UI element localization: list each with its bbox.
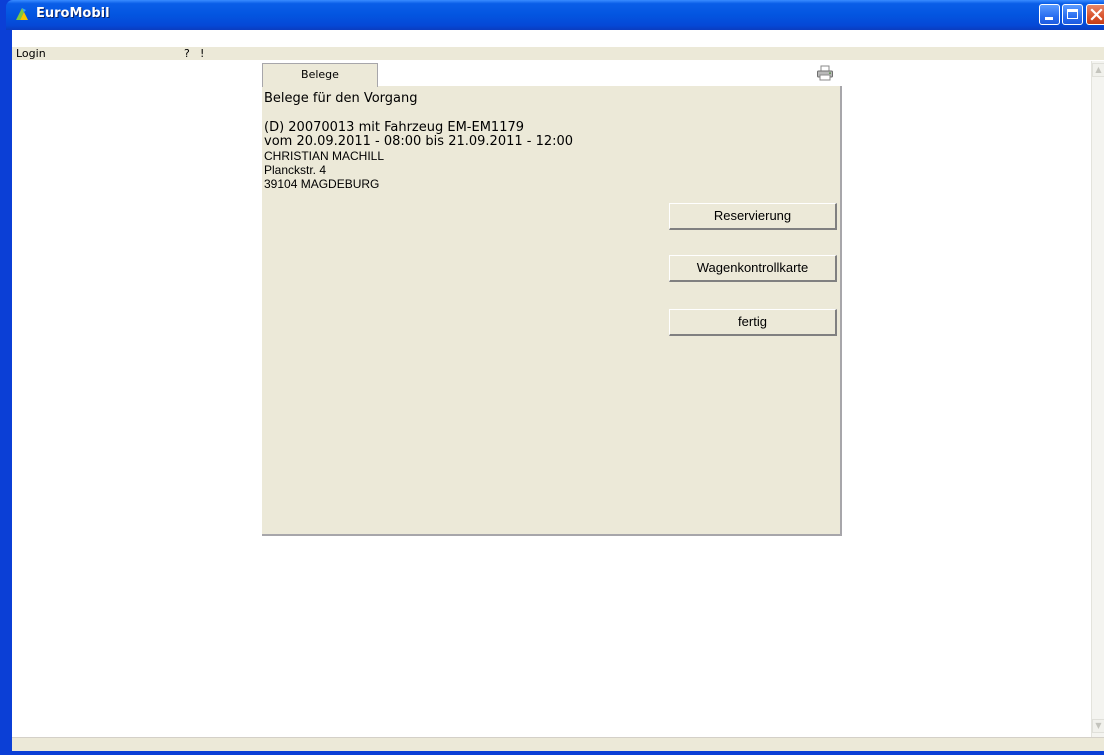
customer-street-line: Planckstr. 4 xyxy=(264,163,327,177)
menu-exclamation[interactable]: ! xyxy=(200,47,204,60)
customer-name-line: CHRISTIAN MACHILL xyxy=(264,149,385,163)
status-bar xyxy=(12,737,1104,751)
fertig-button[interactable]: fertig xyxy=(669,309,837,336)
client-area: Login ? ! Belege Belege für den Vorgang … xyxy=(12,30,1104,751)
tab-belege[interactable]: Belege xyxy=(262,63,378,87)
close-icon xyxy=(1090,8,1103,21)
euromobil-app-icon xyxy=(16,8,28,20)
app-window: EuroMobil Login ? ! Belege Belege für de… xyxy=(0,0,1104,755)
window-title: EuroMobil xyxy=(36,6,110,21)
close-button[interactable] xyxy=(1086,4,1104,25)
panel-heading: Belege für den Vorgang xyxy=(264,91,418,106)
minimize-icon xyxy=(1045,17,1053,20)
vorgang-info: (D) 20070013 mit Fahrzeug EM-EM1179 vom … xyxy=(264,120,574,192)
customer-city-line: 39104 MAGDEBURG xyxy=(264,177,380,191)
maximize-button[interactable] xyxy=(1062,4,1083,25)
scroll-up-icon[interactable]: ▲ xyxy=(1092,63,1104,77)
reservierung-button[interactable]: Reservierung xyxy=(669,203,837,230)
vertical-scrollbar[interactable]: ▲ ▼ xyxy=(1091,61,1104,737)
printer-icon[interactable] xyxy=(816,65,834,81)
title-bar[interactable]: EuroMobil xyxy=(6,0,1104,30)
scroll-down-icon[interactable]: ▼ xyxy=(1092,719,1104,733)
maximize-icon xyxy=(1067,9,1078,19)
menu-login[interactable]: Login xyxy=(16,47,46,60)
vorgang-period-line: vom 20.09.2011 - 08:00 bis 21.09.2011 - … xyxy=(264,134,574,149)
vorgang-number-line: (D) 20070013 mit Fahrzeug EM-EM1179 xyxy=(264,120,525,135)
menu-bar: Login ? ! xyxy=(12,47,1104,60)
menu-help[interactable]: ? xyxy=(184,47,190,60)
wagenkontrollkarte-button[interactable]: Wagenkontrollkarte xyxy=(669,255,837,282)
belege-panel: Belege für den Vorgang (D) 20070013 mit … xyxy=(262,86,842,536)
minimize-button[interactable] xyxy=(1039,4,1060,25)
